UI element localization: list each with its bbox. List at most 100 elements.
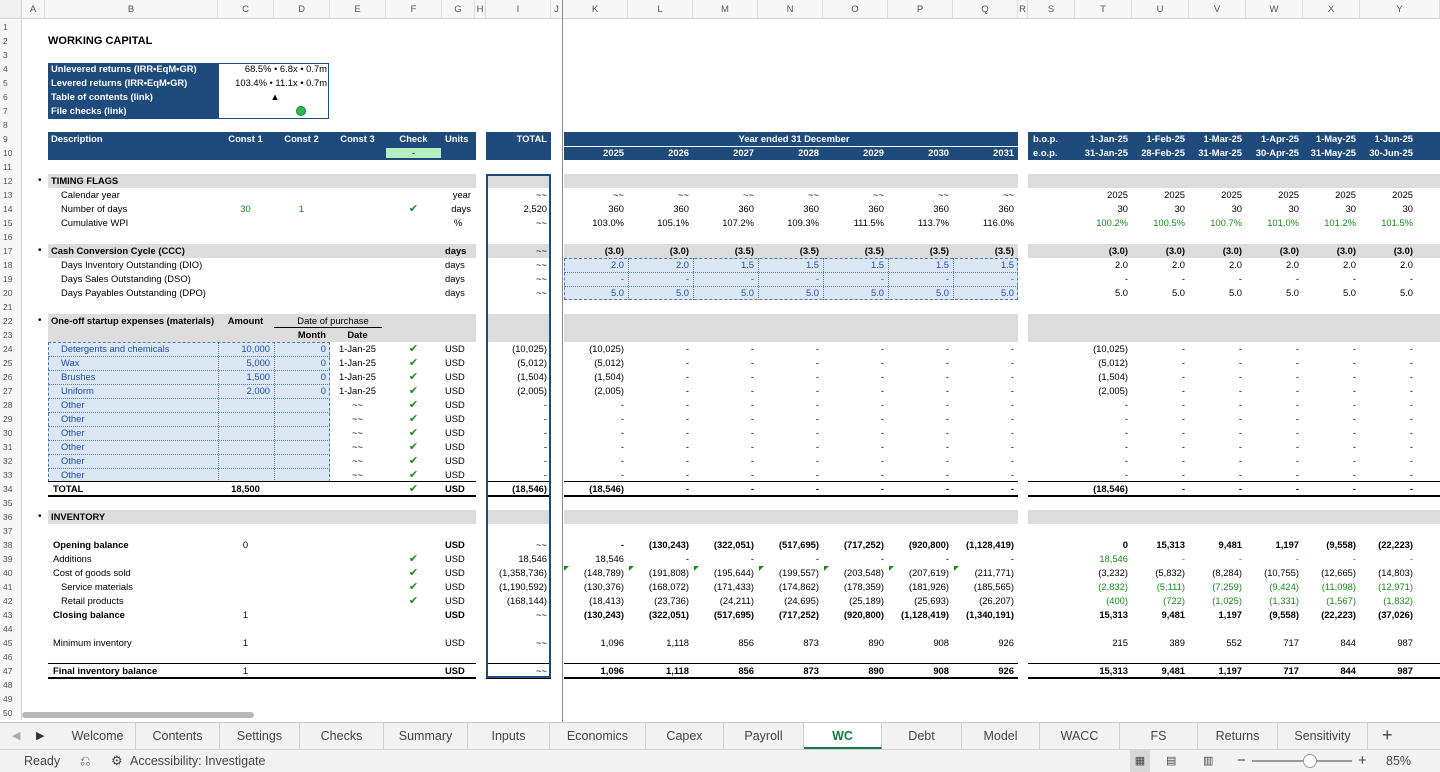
row-header[interactable]: 20	[0, 286, 22, 300]
accessibility-status[interactable]: Accessibility: Investigate	[130, 750, 265, 772]
column-header[interactable]: T	[1075, 0, 1132, 19]
startup-amount-input[interactable]: 10,000	[221, 342, 270, 356]
startup-item-label[interactable]: Detergents and chemicals	[61, 342, 211, 356]
row-header[interactable]: 7	[0, 104, 22, 118]
column-header[interactable]: K	[563, 0, 628, 19]
sheet-tab-checks[interactable]: Checks	[300, 723, 384, 749]
sheet-tab-summary[interactable]: Summary	[384, 723, 468, 749]
sheet-tab-sensitivity[interactable]: Sensitivity	[1278, 723, 1368, 749]
sheet-tab-fs[interactable]: FS	[1120, 723, 1198, 749]
select-all-corner[interactable]	[0, 0, 22, 19]
column-header[interactable]: N	[758, 0, 823, 19]
startup-item-label[interactable]: Other	[61, 398, 211, 412]
column-header[interactable]: E	[330, 0, 386, 19]
sheet-tab-wacc[interactable]: WACC	[1040, 723, 1120, 749]
sheet-tab-welcome[interactable]: Welcome	[60, 723, 136, 749]
row-header[interactable]: 48	[0, 678, 22, 692]
startup-month-input[interactable]: 0	[277, 370, 326, 384]
column-header[interactable]: R	[1018, 0, 1028, 19]
startup-item-label[interactable]: Other	[61, 468, 211, 482]
row-header[interactable]: 42	[0, 594, 22, 608]
startup-amount-input[interactable]: 2,000	[221, 384, 270, 398]
sheet-tab-payroll[interactable]: Payroll	[724, 723, 804, 749]
column-header[interactable]: Y	[1360, 0, 1440, 19]
normal-view-button[interactable]: ▦	[1130, 750, 1150, 772]
row-header[interactable]: 9	[0, 132, 22, 146]
startup-item-label[interactable]: Other	[61, 454, 211, 468]
row-header[interactable]: 14	[0, 202, 22, 216]
row-header[interactable]: 39	[0, 552, 22, 566]
row-header[interactable]: 25	[0, 356, 22, 370]
row-header[interactable]: 24	[0, 342, 22, 356]
row-header[interactable]: 5	[0, 76, 22, 90]
row-header[interactable]: 16	[0, 230, 22, 244]
file-checks-link[interactable]: File checks (link)	[51, 104, 219, 118]
column-header[interactable]: W	[1246, 0, 1303, 19]
column-header[interactable]: H	[475, 0, 486, 19]
sheet-tab-contents[interactable]: Contents	[136, 723, 220, 749]
zoom-out-button[interactable]: −	[1237, 750, 1246, 772]
row-header[interactable]: 15	[0, 216, 22, 230]
row-header[interactable]: 33	[0, 468, 22, 482]
column-header[interactable]: L	[628, 0, 693, 19]
row-header[interactable]: 50	[0, 706, 22, 720]
row-header[interactable]: 13	[0, 188, 22, 202]
column-header[interactable]: C	[218, 0, 274, 19]
sheet-tab-inputs[interactable]: Inputs	[468, 723, 550, 749]
column-header[interactable]: O	[823, 0, 888, 19]
sheet-tab-returns[interactable]: Returns	[1198, 723, 1278, 749]
startup-item-label[interactable]: Other	[61, 412, 211, 426]
startup-item-label[interactable]: Uniform	[61, 384, 211, 398]
zoom-in-button[interactable]: +	[1358, 750, 1367, 772]
row-header[interactable]: 41	[0, 580, 22, 594]
scroll-left-icon[interactable]: ◀	[12, 729, 20, 742]
startup-month-input[interactable]: 0	[277, 384, 326, 398]
row-header[interactable]: 34	[0, 482, 22, 496]
startup-month-input[interactable]: 0	[277, 342, 326, 356]
row-header[interactable]: 30	[0, 426, 22, 440]
column-header[interactable]: U	[1132, 0, 1189, 19]
column-header[interactable]: M	[693, 0, 758, 19]
macro-record-icon[interactable]: ⎌	[80, 750, 90, 772]
row-header[interactable]: 43	[0, 608, 22, 622]
row-header[interactable]: 21	[0, 300, 22, 314]
row-header[interactable]: 40	[0, 566, 22, 580]
row-header[interactable]: 4	[0, 62, 22, 76]
accessibility-icon[interactable]: ⚙	[111, 750, 123, 772]
startup-amount-input[interactable]: 1,500	[221, 370, 270, 384]
startup-item-label[interactable]: Brushes	[61, 370, 211, 384]
row-header[interactable]: 22	[0, 314, 22, 328]
column-header[interactable]: V	[1189, 0, 1246, 19]
row-header[interactable]: 12	[0, 174, 22, 188]
startup-amount-input[interactable]	[221, 412, 270, 426]
row-header[interactable]: 46	[0, 650, 22, 664]
zoom-slider[interactable]	[1252, 760, 1352, 762]
sheet-tab-model[interactable]: Model	[962, 723, 1040, 749]
startup-amount-input[interactable]	[221, 468, 270, 482]
column-header[interactable]: A	[22, 0, 45, 19]
startup-item-label[interactable]: Other	[61, 440, 211, 454]
startup-item-label[interactable]: Wax	[61, 356, 211, 370]
column-header[interactable]: D	[274, 0, 330, 19]
row-header[interactable]: 6	[0, 90, 22, 104]
startup-month-input[interactable]	[277, 426, 326, 440]
startup-amount-input[interactable]	[221, 426, 270, 440]
startup-item-label[interactable]: Other	[61, 426, 211, 440]
toc-arrow-icon[interactable]: ▲	[221, 90, 329, 104]
scroll-right-icon[interactable]: ▶	[36, 729, 44, 742]
sheet-tab-economics[interactable]: Economics	[550, 723, 646, 749]
row-header[interactable]: 36	[0, 510, 22, 524]
add-sheet-button[interactable]: +	[1382, 725, 1393, 746]
startup-amount-input[interactable]: 5,000	[221, 356, 270, 370]
table-of-contents-link[interactable]: Table of contents (link)	[51, 90, 219, 104]
row-header[interactable]: 3	[0, 48, 22, 62]
page-layout-button[interactable]: ▤	[1166, 750, 1176, 772]
startup-amount-input[interactable]	[221, 398, 270, 412]
row-header[interactable]: 45	[0, 636, 22, 650]
startup-month-input[interactable]	[277, 468, 326, 482]
startup-month-input[interactable]	[277, 454, 326, 468]
column-header[interactable]: P	[888, 0, 953, 19]
row-header[interactable]: 2	[0, 34, 22, 48]
row-header[interactable]: 35	[0, 496, 22, 510]
row-header[interactable]: 19	[0, 272, 22, 286]
